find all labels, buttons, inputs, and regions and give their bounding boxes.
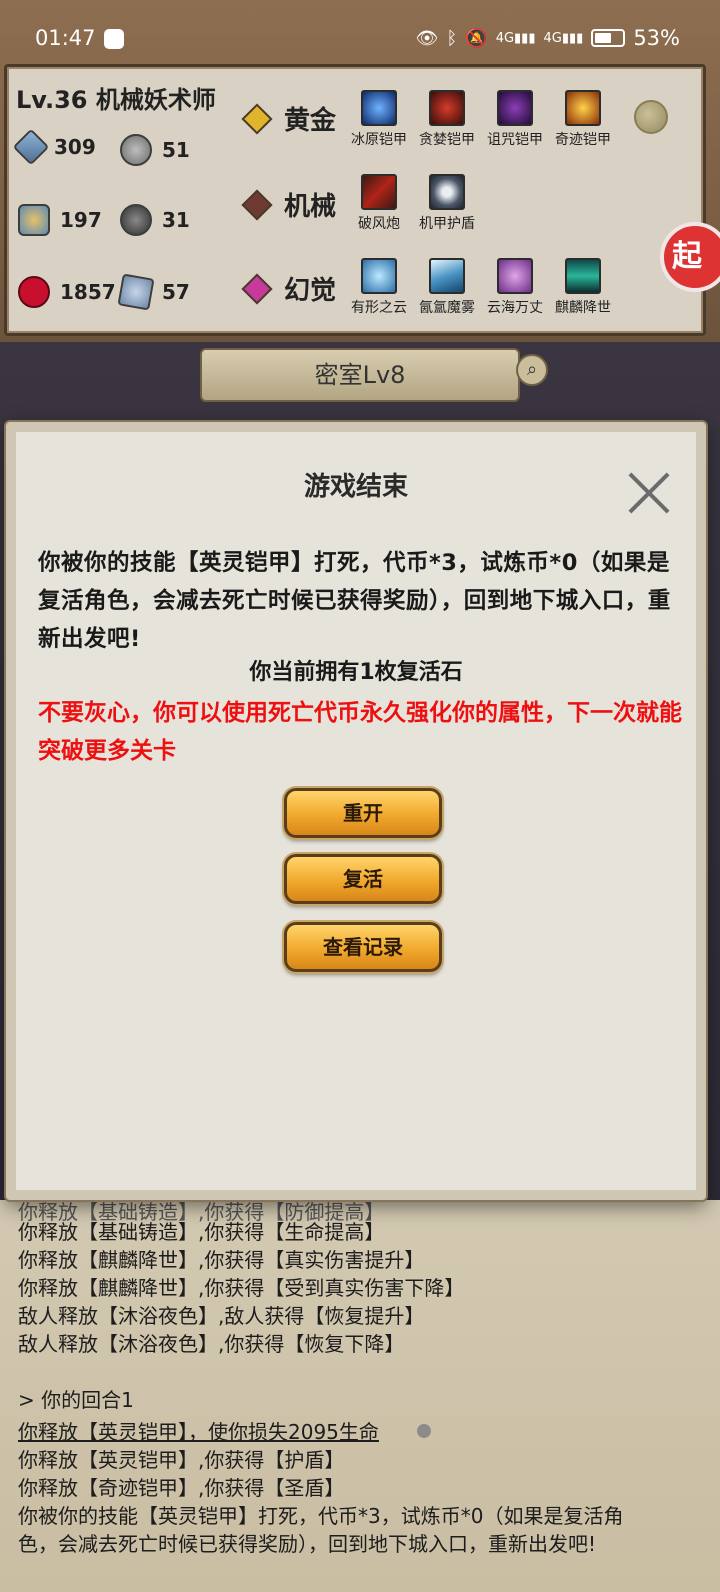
stat-hp-value: 1857 (60, 280, 116, 304)
stat-defense-res-value: 31 (162, 208, 190, 232)
dialog-message: 你被你的技能【英灵铠甲】打死，代币*3，试炼币*0（如果是复活角色，会减去死亡时… (38, 550, 671, 652)
sword-icon (12, 128, 50, 166)
heart-icon (18, 276, 50, 308)
dialog-hint: 不要灰心，你可以使用死亡代币永久强化你的属性，下一次就能突破更多关卡 (38, 700, 682, 764)
faction-illusion: 幻觉 (240, 270, 336, 307)
skill-ice-armor[interactable]: 冰原铠甲 (344, 90, 414, 149)
skill-greed-armor[interactable]: 贪婪铠甲 (412, 90, 482, 149)
skill-mist[interactable]: 氤氲魔雾 (412, 258, 482, 317)
miracle-armor-icon (565, 90, 601, 126)
log-line: 色，会减去死亡时候已获得奖励），回到地下城入口，重新出发吧! (18, 1532, 597, 1556)
skill-label: 奇迹铠甲 (555, 132, 611, 148)
log-line: 你释放【奇迹铠甲】,你获得【圣盾】 (18, 1476, 345, 1500)
skill-mech-shield[interactable]: 机甲护盾 (412, 174, 482, 233)
faction-mech-label: 机械 (284, 192, 337, 222)
stat-hp-res: 57 (117, 273, 190, 311)
faction-mech: 机械 (240, 186, 336, 223)
search-icon[interactable]: ⌕ (516, 354, 548, 386)
stat-hp: 1857 (18, 276, 116, 308)
skill-miracle-armor[interactable]: 奇迹铠甲 (548, 90, 618, 149)
mist-icon (429, 258, 465, 294)
mute-icon: 🔕 (465, 27, 488, 49)
dialog-title: 游戏结束 (303, 472, 408, 502)
curse-armor-icon (497, 90, 533, 126)
skill-label: 麒麟降世 (555, 300, 611, 316)
stat-defense: 197 (18, 204, 102, 236)
battery-icon (591, 29, 626, 47)
shield-icon (18, 204, 50, 236)
room-title-banner: 密室Lv8 (200, 348, 520, 402)
stat-defense-res: 31 (120, 204, 190, 236)
log-line: 你释放【麒麟降世】,你获得【真实伤害提升】 (18, 1248, 425, 1272)
dark-coin-icon (120, 204, 152, 236)
stat-attack-value: 309 (54, 135, 96, 159)
skill-label: 氤氲魔雾 (419, 300, 475, 316)
bluetooth-icon: ᛒ (446, 27, 458, 49)
illusion-gem-icon (241, 272, 273, 305)
empty-slot-icon[interactable] (634, 100, 668, 134)
skill-qilin[interactable]: 麒麟降世 (548, 258, 618, 317)
wind-cannon-icon (361, 174, 397, 210)
stat-attack-res-value: 51 (162, 138, 190, 162)
skill-label: 冰原铠甲 (351, 132, 407, 148)
skill-label: 机甲护盾 (419, 216, 475, 232)
revive-button[interactable]: 复活 (284, 854, 442, 904)
battery-percent: 53% (633, 26, 680, 50)
mech-gem-icon (241, 188, 273, 221)
character-title: Lv.36 机械妖术师 (16, 86, 216, 114)
restart-button[interactable]: 重开 (284, 788, 442, 838)
log-line: 敌人释放【沐浴夜色】,敌人获得【恢复提升】 (18, 1304, 425, 1328)
log-line: 你释放【麒麟降世】,你获得【受到真实伤害下降】 (18, 1276, 465, 1300)
gear-icon (429, 174, 465, 210)
stat-hp-res-value: 57 (162, 280, 190, 304)
stat-attack-res: 51 (120, 134, 190, 166)
close-icon[interactable] (626, 470, 672, 516)
skill-label: 破风炮 (358, 216, 400, 232)
stat-defense-value: 197 (60, 208, 102, 232)
message-notification-icon (104, 29, 124, 49)
crystal-icon (117, 273, 155, 311)
signal-icon-2: 4G▮▮▮ (543, 30, 584, 46)
skill-cloud-sea[interactable]: 云海万丈 (480, 258, 550, 317)
revive-stone-count: 你当前拥有1枚复活石 (249, 660, 463, 685)
info-dot-icon[interactable] (417, 1424, 431, 1438)
skill-label: 诅咒铠甲 (487, 132, 543, 148)
shield-coin-icon (120, 134, 152, 166)
skill-shaped-cloud[interactable]: 有形之云 (344, 258, 414, 317)
status-time: 01:47 (35, 26, 96, 50)
game-over-dialog: 游戏结束 你被你的技能【英灵铠甲】打死，代币*3，试炼币*0（如果是复活角色，会… (6, 422, 706, 1200)
skill-label: 有形之云 (351, 300, 407, 316)
view-records-button[interactable]: 查看记录 (284, 922, 442, 972)
stat-attack: 309 (12, 128, 96, 166)
skill-wind-cannon[interactable]: 破风炮 (344, 174, 414, 233)
greed-armor-icon (429, 90, 465, 126)
skill-label: 贪婪铠甲 (419, 132, 475, 148)
skill-curse-armor[interactable]: 诅咒铠甲 (480, 90, 550, 149)
log-line: 你释放【基础铸造】,你获得【生命提高】 (18, 1220, 385, 1244)
qilin-icon (565, 258, 601, 294)
log-line: 敌人释放【沐浴夜色】,你获得【恢复下降】 (18, 1332, 405, 1356)
cloud-swirl-icon (361, 258, 397, 294)
log-line: 你被你的技能【英灵铠甲】打死，代币*3，试炼币*0（如果是复活角 (18, 1504, 624, 1528)
status-icons: 👁 ᛒ 🔕 4G▮▮▮ 4G▮▮▮ 53% (416, 26, 680, 50)
log-turn-header: > 你的回合1 (18, 1388, 134, 1412)
ice-armor-icon (361, 90, 397, 126)
faction-gold-label: 黄金 (284, 106, 337, 136)
gold-gem-icon (241, 102, 273, 135)
skill-label: 云海万丈 (487, 300, 543, 316)
signal-icon: 4G▮▮▮ (495, 30, 536, 46)
faction-illusion-label: 幻觉 (284, 276, 337, 306)
log-line: 你释放【英灵铠甲】,你获得【护盾】 (18, 1448, 345, 1472)
log-line-damage[interactable]: 你释放【英灵铠甲】，使你损失2095生命 (18, 1416, 379, 1445)
faction-gold: 黄金 (240, 100, 336, 137)
eye-icon: 👁 (415, 27, 439, 49)
cloud-sea-icon (497, 258, 533, 294)
status-bar: 01:47 👁 ᛒ 🔕 4G▮▮▮ 4G▮▮▮ 53% (0, 0, 720, 60)
